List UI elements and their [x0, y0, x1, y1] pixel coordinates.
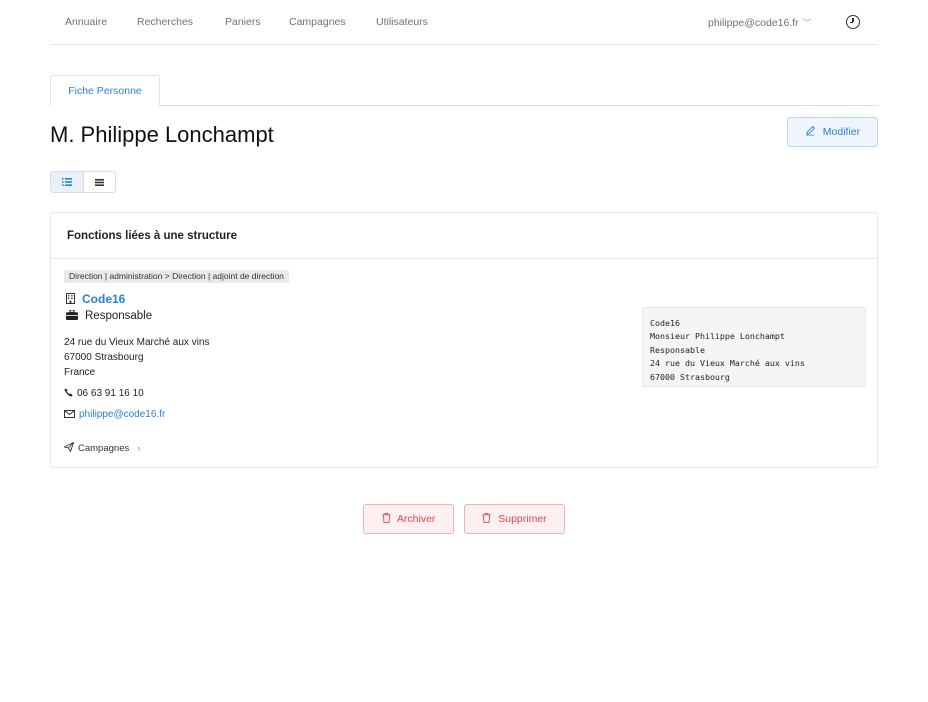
address-country: France: [64, 367, 96, 378]
address-street: 24 rue du Vieux Marché aux vins: [64, 337, 210, 348]
campaigns-link[interactable]: Campagnes ›: [64, 442, 140, 454]
tab-bar: Fiche Personne: [50, 75, 878, 106]
chevron-right-icon: ›: [137, 443, 141, 454]
nav-utilisateurs[interactable]: Utilisateurs: [376, 16, 428, 28]
compact-view-button[interactable]: [82, 172, 115, 192]
trash-icon: [482, 513, 491, 523]
nav-campagnes[interactable]: Campagnes: [289, 16, 346, 28]
archive-button-label: Archiver: [396, 513, 436, 525]
organization-name: Code16: [82, 292, 126, 306]
list-view-button[interactable]: [51, 172, 83, 192]
tab-fiche-personne[interactable]: Fiche Personne: [50, 75, 160, 106]
trash-icon: [382, 513, 391, 523]
user-email: philippe@code16.fr: [708, 17, 799, 29]
user-menu[interactable]: philippe@code16.fr ﹀: [708, 16, 812, 29]
envelope-icon: [64, 410, 75, 418]
pencil-icon: [806, 126, 815, 136]
chevron-down-icon: ﹀: [802, 18, 812, 28]
building-icon: [66, 293, 75, 304]
functions-card: Fonctions liées à une structure Directio…: [50, 212, 878, 468]
card-title: Fonctions liées à une structure: [51, 213, 877, 259]
view-toggle: [50, 171, 116, 193]
delete-button[interactable]: Supprimer: [464, 504, 565, 534]
postal-address: 24 rue du Vieux Marché aux vins 67000 St…: [64, 335, 209, 380]
list-icon: [61, 178, 72, 186]
nav-paniers[interactable]: Paniers: [225, 16, 261, 28]
bars-icon: [94, 178, 104, 186]
role: Responsable: [66, 310, 152, 322]
history-clock-icon[interactable]: [846, 15, 860, 29]
campaigns-label: Campagnes: [78, 443, 130, 454]
page-title: M. Philippe Lonchampt: [50, 122, 274, 147]
function-breadcrumb: Direction | administration > Direction |…: [64, 270, 289, 283]
email[interactable]: philippe@code16.fr: [64, 409, 165, 420]
archive-button[interactable]: Archiver: [363, 504, 454, 534]
delete-button-label: Supprimer: [498, 513, 547, 525]
nav-annuaire[interactable]: Annuaire: [65, 16, 107, 28]
briefcase-icon: [66, 310, 78, 320]
email-link[interactable]: philippe@code16.fr: [79, 409, 165, 420]
phone: 06 63 91 16 10: [64, 388, 144, 399]
phone-icon: [64, 388, 73, 397]
edit-button-label: Modifier: [822, 126, 861, 138]
role-label: Responsable: [85, 310, 153, 322]
phone-number: 06 63 91 16 10: [77, 388, 144, 399]
top-navbar: Annuaire Recherches Paniers Campagnes Ut…: [50, 0, 878, 45]
mailing-label: Code16 Monsieur Philippe Lonchampt Respo…: [642, 307, 866, 387]
nav-recherches[interactable]: Recherches: [137, 16, 193, 28]
address-city: 67000 Strasbourg: [64, 352, 144, 363]
organization-link[interactable]: Code16: [66, 292, 125, 306]
paper-plane-icon: [64, 442, 74, 452]
edit-button[interactable]: Modifier: [787, 117, 878, 147]
